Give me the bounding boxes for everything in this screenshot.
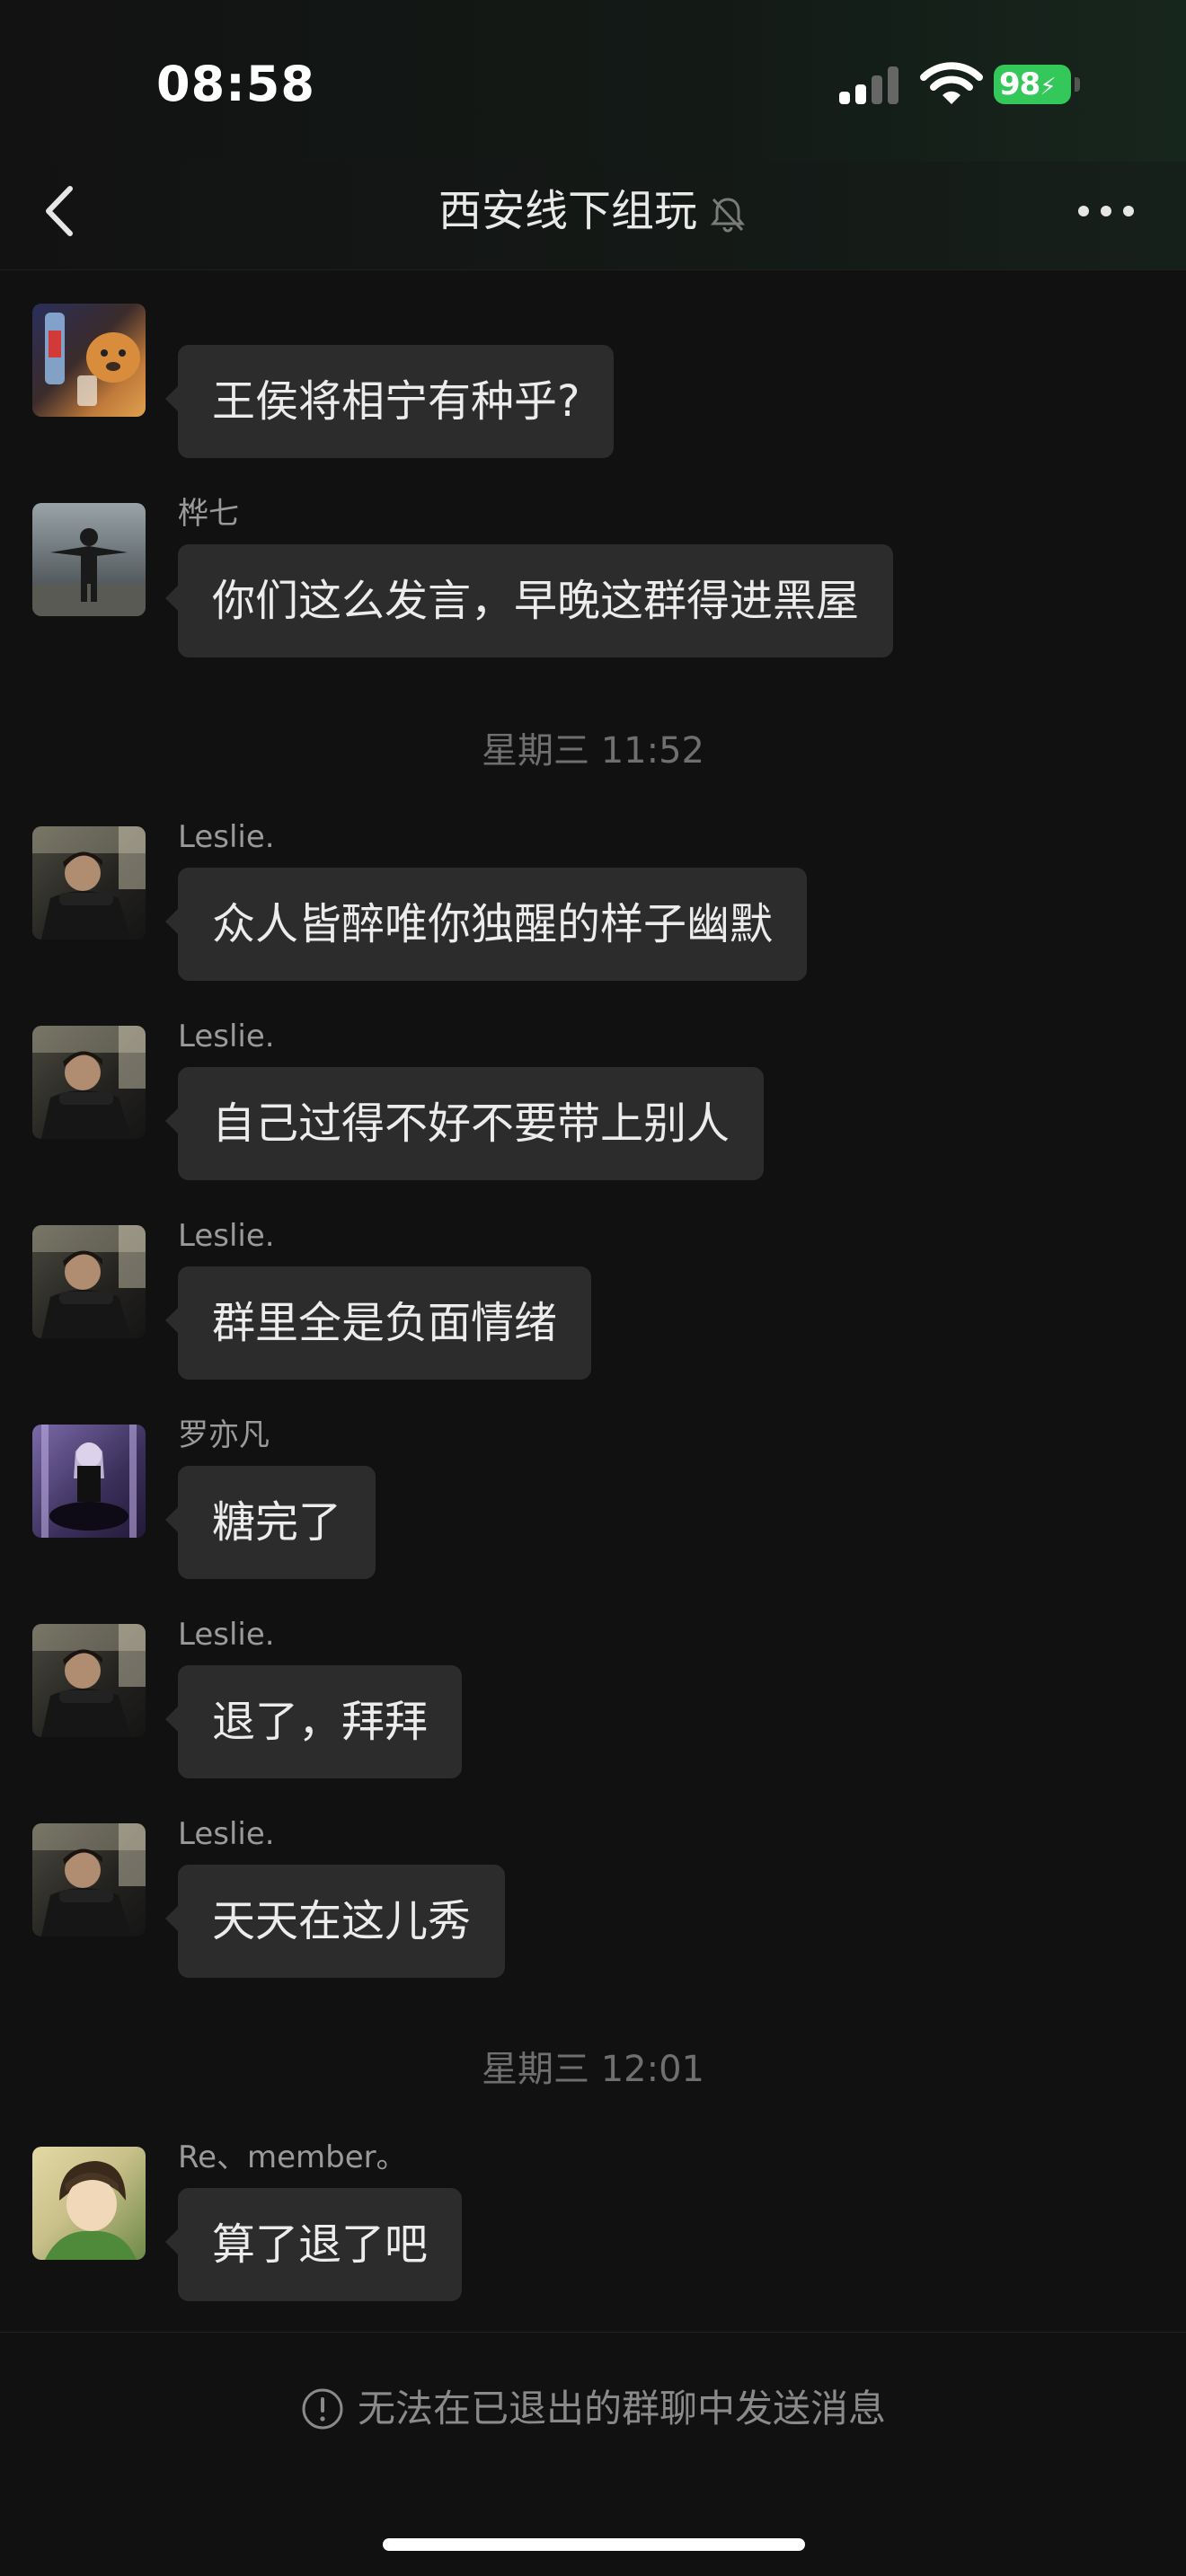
more-dots-icon[interactable] [1075,189,1137,234]
avatar[interactable] [32,1624,146,1737]
message-bubble[interactable]: 退了，拜拜 [164,1665,463,1778]
sender-name: 桦七 [178,496,239,532]
signal-icon [839,65,904,104]
avatar-portrait [32,1026,146,1139]
footer-divider [0,2332,1186,2333]
message-bubble[interactable]: 你们这么发言，早晚这群得进黑屋 [164,544,894,657]
message-bubble[interactable]: 自己过得不好不要带上别人 [164,1067,765,1180]
message-bubble[interactable]: 众人皆醉唯你独醒的样子幽默 [164,868,808,981]
chat-title: 西安线下组玩 [0,180,1186,243]
avatar-portrait [32,1225,146,1338]
avatar[interactable] [32,1823,146,1936]
avatar[interactable] [32,503,146,616]
battery-level: 98⚡ [994,65,1071,104]
avatar[interactable] [32,304,146,417]
notice-text: 无法在已退出的群聊中发送消息 [357,2386,886,2430]
avatar-portrait [32,826,146,940]
message-bubble[interactable]: 算了退了吧 [164,2188,463,2301]
avatar[interactable] [32,826,146,940]
avatar[interactable] [32,1026,146,1139]
avatar-anime-boy [45,2161,137,2260]
battery-percent: 98 [999,66,1040,102]
message-bubble[interactable]: 群里全是负面情绪 [164,1266,592,1380]
wifi-icon [920,62,983,104]
avatar[interactable] [32,1225,146,1338]
battery-tip [1075,77,1080,92]
sender-name: Leslie. [178,1218,275,1254]
avatar-anime-figure [41,1425,137,1538]
message-bubble[interactable]: 天天在这儿秀 [164,1865,506,1978]
avatar-portrait [32,1624,146,1737]
exited-group-notice: 无法在已退出的群聊中发送消息 [0,2380,1186,2438]
sender-name: Leslie. [178,1617,275,1653]
message-bubble[interactable]: 王侯将相宁有种乎? [164,345,615,458]
sender-name: Leslie. [178,1019,275,1054]
timestamp: 星期三 12:01 [482,2049,704,2090]
avatar[interactable] [32,1425,146,1538]
status-time: 08:58 [156,56,315,112]
sender-name: Leslie. [178,819,275,855]
avatar-dog-bottle [45,313,140,406]
home-indicator[interactable] [383,2538,805,2551]
chat-title-text: 西安线下组玩 [438,186,697,236]
avatar-figure [32,528,146,616]
avatar-portrait [32,1823,146,1936]
message-bubble[interactable]: 糖完了 [164,1466,376,1579]
avatar[interactable] [32,2147,146,2260]
sender-name: Leslie. [178,1816,275,1852]
timestamp: 星期三 11:52 [482,730,704,772]
sender-name: 罗亦凡 [178,1417,270,1453]
sender-name: Re、member。 [178,2139,407,2175]
info-circle-icon [302,2388,343,2429]
mute-bell-icon [710,198,746,233]
status-bar: 08:58 98⚡ [0,0,1186,162]
